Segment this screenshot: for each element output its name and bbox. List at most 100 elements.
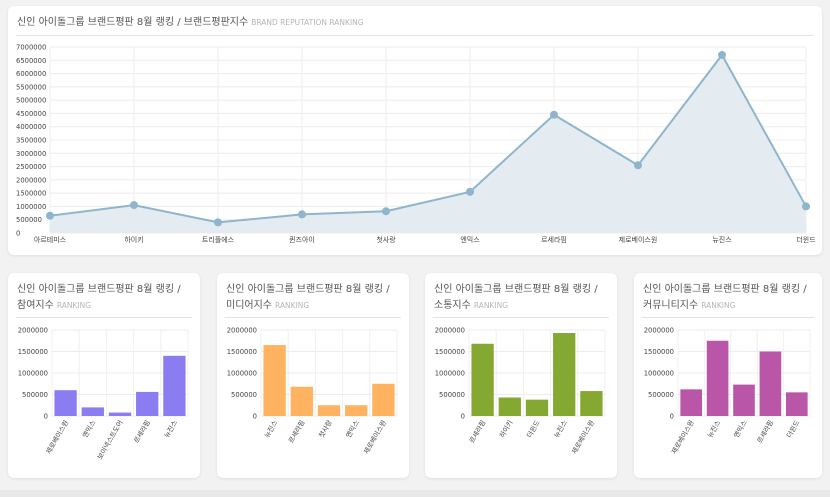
bar-x-tick-label: 제로베이스원 — [570, 419, 597, 456]
bar-4 — [372, 383, 395, 416]
bar-x-tick-label: 뉴진스 — [262, 419, 279, 440]
bar-y-tick-label: 500000 — [22, 391, 48, 399]
main-x-tick-label: 트리플에스 — [202, 235, 235, 244]
main-x-tick-label: 르세라핌 — [541, 235, 567, 244]
bar-x-tick-label: 르세라핌 — [132, 419, 152, 445]
bar-1 — [81, 407, 104, 416]
bar-3 — [345, 405, 368, 416]
bar-3 — [136, 391, 159, 416]
bar-y-tick-label: 2000000 — [18, 327, 48, 335]
main-data-point — [634, 161, 642, 170]
main-data-point — [382, 207, 390, 216]
bar-4 — [580, 391, 603, 416]
bar-4 — [163, 355, 186, 416]
participation-bar-chart: 0 500000 1000000 1500000 2000000 제로베이스원 엔믹스보이넥… — [18, 327, 189, 461]
bar-x-tick-label: 하이키 — [497, 419, 514, 440]
bar-y-tick-label: 1500000 — [18, 348, 48, 356]
bar-2 — [525, 399, 549, 416]
main-x-tick-label: 퀸즈아이 — [289, 235, 315, 244]
communication-chart-card: 신인 아이돌그룹 브랜드평판 8월 랭킹 / 소통지수 RANKING 0 5000… — [425, 273, 617, 478]
main-y-tick-label: 1000000 — [16, 203, 46, 211]
main-data-point — [214, 218, 222, 227]
bar-y-tick-label: 1000000 — [644, 370, 674, 378]
community-bar-chart: 0 500000 1000000 1500000 2000000 제로베이스원 뉴진스 엔믹스… — [644, 327, 811, 456]
bar-y-tick-label: 2000000 — [435, 327, 465, 335]
main-data-point — [466, 187, 474, 196]
bar-1 — [706, 340, 729, 416]
bar-y-tick-label: 2000000 — [644, 327, 674, 335]
bar-x-tick-label: 엔믹스 — [80, 419, 97, 440]
bar-0 — [54, 390, 77, 416]
bar-x-tick-label: 더윈드 — [525, 419, 542, 440]
media-chart-card: 신인 아이돌그룹 브랜드평판 8월 랭킹 / 미디어지수 RANKING 0 500… — [217, 273, 409, 478]
bar-x-tick-label: 제로베이스원 — [44, 419, 71, 456]
bar-y-tick-label: 0 — [670, 413, 674, 421]
main-y-tick-label: 500000 — [16, 216, 42, 224]
main-y-tick-label: 0 — [16, 230, 20, 238]
main-y-tick-label: 4000000 — [16, 123, 46, 131]
brand-reputation-area-chart: 0 500000 1000000 1500000 2000000 2500000 30000… — [16, 44, 816, 245]
media-bar-chart: 0 500000 1000000 1500000 2000000 뉴진스 르세라핌 첫사랑 엔믹… — [227, 327, 398, 456]
bar-y-tick-label: 500000 — [231, 391, 257, 399]
bar-y-tick-label: 1000000 — [18, 370, 48, 378]
bar-x-tick-label: 첫사랑 — [317, 418, 335, 439]
bar-3 — [759, 351, 782, 416]
bar-4 — [785, 392, 808, 416]
main-data-point — [802, 202, 810, 211]
bar-2 — [108, 412, 132, 416]
bar-x-tick-label: 뉴진스 — [705, 419, 722, 440]
bar-x-tick-label: 르세라핌 — [467, 419, 487, 445]
bar-2 — [317, 405, 341, 416]
bar-x-tick-label: 뉴진스 — [552, 419, 569, 440]
main-data-point — [130, 201, 138, 210]
main-y-tick-label: 5000000 — [16, 97, 46, 105]
main-y-tick-label: 2000000 — [16, 176, 46, 184]
bar-x-tick-label: 제로베이스원 — [669, 419, 696, 456]
bar-y-tick-label: 500000 — [439, 391, 465, 399]
main-y-tick-label: 7000000 — [16, 44, 46, 52]
main-y-tick-label: 6000000 — [16, 70, 46, 78]
main-x-tick-label: 첫사랑 — [376, 235, 396, 244]
participation-chart-card: 신인 아이돌그룹 브랜드평판 8월 랭킹 / 참여지수 RANKING 0 5000… — [8, 273, 200, 478]
bar-y-tick-label: 0 — [461, 413, 465, 421]
bar-x-tick-label: 엔믹스 — [344, 419, 361, 440]
bar-0 — [680, 389, 703, 416]
bar-y-tick-label: 1000000 — [227, 370, 257, 378]
bar-y-tick-label: 1500000 — [435, 348, 465, 356]
bar-y-tick-label: 1000000 — [435, 370, 465, 378]
bar-2 — [733, 384, 755, 416]
bar-y-tick-label: 0 — [253, 413, 257, 421]
main-x-tick-label: 뉴진스 — [712, 235, 732, 244]
bar-x-tick-label: 르세라핌 — [286, 419, 306, 445]
main-y-tick-label: 1500000 — [16, 190, 46, 198]
main-x-tick-label: 하이키 — [124, 235, 143, 244]
bar-0 — [471, 343, 494, 416]
community-chart-card: 신인 아이돌그룹 브랜드평판 8월 랭킹 / 커뮤니티지수 RANKING 0 50… — [634, 273, 822, 478]
main-y-tick-label: 2500000 — [16, 163, 46, 171]
bar-x-tick-label: 보이넥스트도어 — [95, 419, 125, 461]
bar-y-tick-label: 2000000 — [227, 327, 257, 335]
bar-x-tick-label: 르세라핌 — [755, 419, 775, 445]
main-x-tick-label: 제로베이스원 — [619, 235, 658, 244]
main-y-tick-label: 6500000 — [16, 57, 46, 65]
main-y-tick-label: 3500000 — [16, 137, 46, 145]
bar-3 — [553, 333, 576, 416]
bar-y-tick-label: 1500000 — [227, 348, 257, 356]
main-chart-card: 신인 아이돌그룹 브랜드평판 8월 랭킹 / 브랜드평판지수 BRAND REPU… — [8, 6, 822, 255]
communication-bar-chart: 0 500000 1000000 1500000 2000000 르세라핌 하이키 더윈드 뉴진… — [435, 327, 606, 456]
main-x-tick-label: 엔믹스 — [460, 235, 480, 244]
bar-1 — [290, 386, 313, 416]
bar-x-tick-label: 제로베이스원 — [362, 419, 389, 456]
bar-1 — [498, 397, 521, 416]
main-data-point — [550, 110, 558, 119]
main-x-tick-label: 더윈드 — [796, 235, 816, 244]
bar-y-tick-label: 500000 — [648, 391, 674, 399]
main-data-point — [718, 50, 726, 59]
main-data-point — [46, 211, 54, 220]
main-y-tick-label: 3000000 — [16, 150, 46, 158]
page-bottom-strip — [0, 490, 830, 497]
bar-x-tick-label: 엔믹스 — [732, 419, 749, 440]
bar-x-tick-label: 뉴진스 — [162, 419, 179, 440]
main-data-point — [298, 210, 306, 219]
bar-0 — [263, 345, 286, 416]
